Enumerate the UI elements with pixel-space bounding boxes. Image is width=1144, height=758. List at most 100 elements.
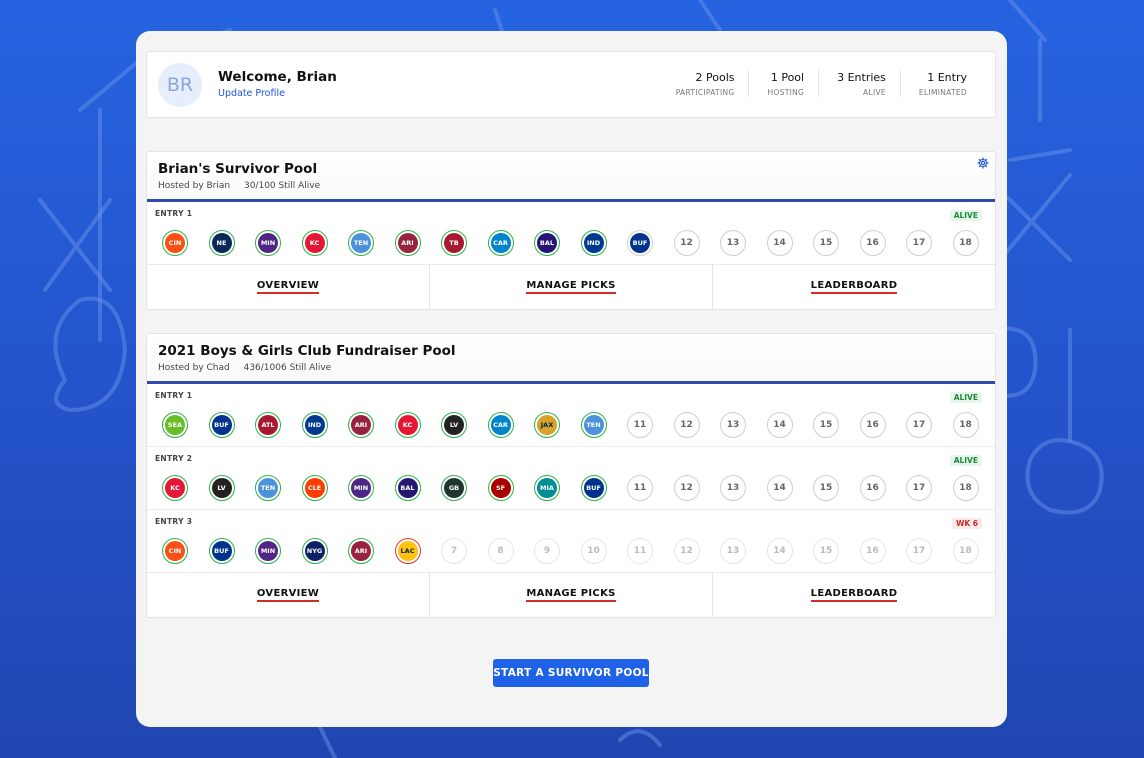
week-18-slot[interactable]: 18	[952, 230, 979, 256]
week-1-pick[interactable]: CIN	[162, 230, 188, 256]
pool-subtitle: Hosted by Chad 436/1006 Still Alive	[158, 363, 331, 373]
browns-logo-icon: CLE	[304, 478, 325, 498]
week-13-slot[interactable]: 13	[720, 538, 746, 564]
stat-value: 3 Entries	[837, 71, 886, 84]
week-2-pick[interactable]: LV	[208, 475, 235, 501]
pool-title[interactable]: Brian's Survivor Pool	[158, 161, 317, 177]
patriots-logo-icon: NE	[211, 233, 232, 253]
pool-title[interactable]: 2021 Boys & Girls Club Fundraiser Pool	[158, 343, 456, 359]
week-10-pick[interactable]: BUF	[580, 475, 607, 501]
week-7-pick[interactable]: GB	[441, 475, 467, 501]
week-6-pick[interactable]: LAC	[394, 538, 421, 564]
chargers-logo-icon: LAC	[397, 541, 418, 561]
week-15-slot[interactable]: 15	[813, 230, 839, 256]
week-3-pick[interactable]: ATL	[255, 412, 281, 438]
week-3-pick[interactable]: TEN	[255, 475, 281, 501]
start-survivor-pool-button[interactable]: START A SURVIVOR POOL	[493, 659, 649, 687]
week-14-slot[interactable]: 14	[766, 475, 793, 501]
bengals-logo-icon: CIN	[165, 233, 185, 253]
week-14-slot[interactable]: 14	[766, 412, 793, 438]
week-12-slot[interactable]: 12	[673, 538, 700, 564]
week-15-slot[interactable]: 15	[813, 538, 839, 564]
week-12-slot[interactable]: 12	[673, 475, 700, 501]
week-11-pick[interactable]: BUF	[627, 230, 653, 256]
week-5-pick[interactable]: ARI	[348, 412, 374, 438]
week-5-pick[interactable]: ARI	[348, 538, 374, 564]
seahawks-logo-icon: SEA	[165, 415, 185, 435]
week-8-slot[interactable]: 8	[487, 538, 514, 564]
week-1-pick[interactable]: SEA	[162, 412, 188, 438]
week-1-pick[interactable]: KC	[162, 475, 188, 501]
week-15-slot[interactable]: 15	[813, 475, 839, 501]
week-18-slot[interactable]: 18	[952, 538, 979, 564]
week-17-slot[interactable]: 17	[906, 230, 932, 256]
week-14-slot[interactable]: 14	[766, 230, 793, 256]
week-16-slot[interactable]: 16	[859, 538, 886, 564]
week-8-pick[interactable]: CAR	[487, 230, 514, 256]
week-6-pick[interactable]: KC	[394, 412, 421, 438]
week-7-pick[interactable]: TB	[441, 230, 467, 256]
week-9-pick[interactable]: MIA	[534, 475, 560, 501]
week-14-slot[interactable]: 14	[766, 538, 793, 564]
week-10-slot[interactable]: 10	[580, 538, 607, 564]
avatar[interactable]: BR	[158, 63, 202, 107]
tab-overview[interactable]: OVERVIEW	[147, 265, 430, 309]
week-8-pick[interactable]: CAR	[487, 412, 514, 438]
week-2-pick[interactable]: NE	[208, 230, 235, 256]
week-18-slot[interactable]: 18	[952, 475, 979, 501]
week-3-pick[interactable]: MIN	[255, 538, 281, 564]
week-13-slot[interactable]: 13	[720, 230, 746, 256]
week-17-slot[interactable]: 17	[906, 475, 932, 501]
tab-leaderboard[interactable]: LEADERBOARD	[713, 573, 995, 617]
week-2-pick[interactable]: BUF	[208, 412, 235, 438]
gear-icon[interactable]	[977, 157, 989, 169]
week-1-pick[interactable]: CIN	[162, 538, 188, 564]
stat-value: 2 Pools	[695, 71, 735, 84]
week-9-slot[interactable]: 9	[534, 538, 560, 564]
status-badge: ALIVE	[949, 455, 982, 466]
week-5-pick[interactable]: TEN	[348, 230, 374, 256]
week-picks: KC LV TEN CLE MIN BAL GB SF MIA BUF 11 12 13 14 15 16 17…	[162, 475, 999, 501]
profile-card: BR Welcome, Brian Update Profile 2 Pools…	[146, 51, 996, 118]
tab-manage-picks[interactable]: MANAGE PICKS	[430, 265, 713, 309]
week-13-slot[interactable]: 13	[720, 412, 746, 438]
stat-alive: 3 Entries ALIVE	[818, 70, 900, 97]
week-11-slot[interactable]: 11	[627, 412, 653, 438]
week-3-pick[interactable]: MIN	[255, 230, 281, 256]
ravens-logo-icon: BAL	[537, 233, 557, 253]
week-18-slot[interactable]: 18	[952, 412, 979, 438]
week-16-slot[interactable]: 16	[859, 412, 886, 438]
tab-label: LEADERBOARD	[810, 588, 898, 602]
titans-logo-icon: TEN	[258, 478, 278, 498]
week-7-slot[interactable]: 7	[441, 538, 467, 564]
week-6-pick[interactable]: BAL	[394, 475, 421, 501]
week-17-slot[interactable]: 17	[906, 538, 932, 564]
week-4-pick[interactable]: IND	[301, 412, 328, 438]
week-13-slot[interactable]: 13	[720, 475, 746, 501]
pool-header: 2021 Boys & Girls Club Fundraiser Pool H…	[147, 334, 995, 384]
week-17-slot[interactable]: 17	[906, 412, 932, 438]
week-11-slot[interactable]: 11	[627, 538, 653, 564]
week-16-slot[interactable]: 16	[859, 475, 886, 501]
week-12-slot[interactable]: 12	[673, 412, 700, 438]
week-15-slot[interactable]: 15	[813, 412, 839, 438]
week-9-pick[interactable]: JAX	[534, 412, 560, 438]
week-5-pick[interactable]: MIN	[348, 475, 374, 501]
week-16-slot[interactable]: 16	[859, 230, 886, 256]
week-10-pick[interactable]: IND	[580, 230, 607, 256]
week-8-pick[interactable]: SF	[487, 475, 514, 501]
week-4-pick[interactable]: CLE	[301, 475, 328, 501]
week-4-pick[interactable]: NYG	[301, 538, 328, 564]
update-profile-link[interactable]: Update Profile	[218, 88, 285, 99]
tab-manage-picks[interactable]: MANAGE PICKS	[430, 573, 713, 617]
week-7-pick[interactable]: LV	[441, 412, 467, 438]
week-12-slot[interactable]: 12	[673, 230, 700, 256]
week-4-pick[interactable]: KC	[301, 230, 328, 256]
tab-leaderboard[interactable]: LEADERBOARD	[713, 265, 995, 309]
week-6-pick[interactable]: ARI	[394, 230, 421, 256]
week-9-pick[interactable]: BAL	[534, 230, 560, 256]
week-11-slot[interactable]: 11	[627, 475, 653, 501]
week-10-pick[interactable]: TEN	[580, 412, 607, 438]
week-2-pick[interactable]: BUF	[208, 538, 235, 564]
tab-overview[interactable]: OVERVIEW	[147, 573, 430, 617]
